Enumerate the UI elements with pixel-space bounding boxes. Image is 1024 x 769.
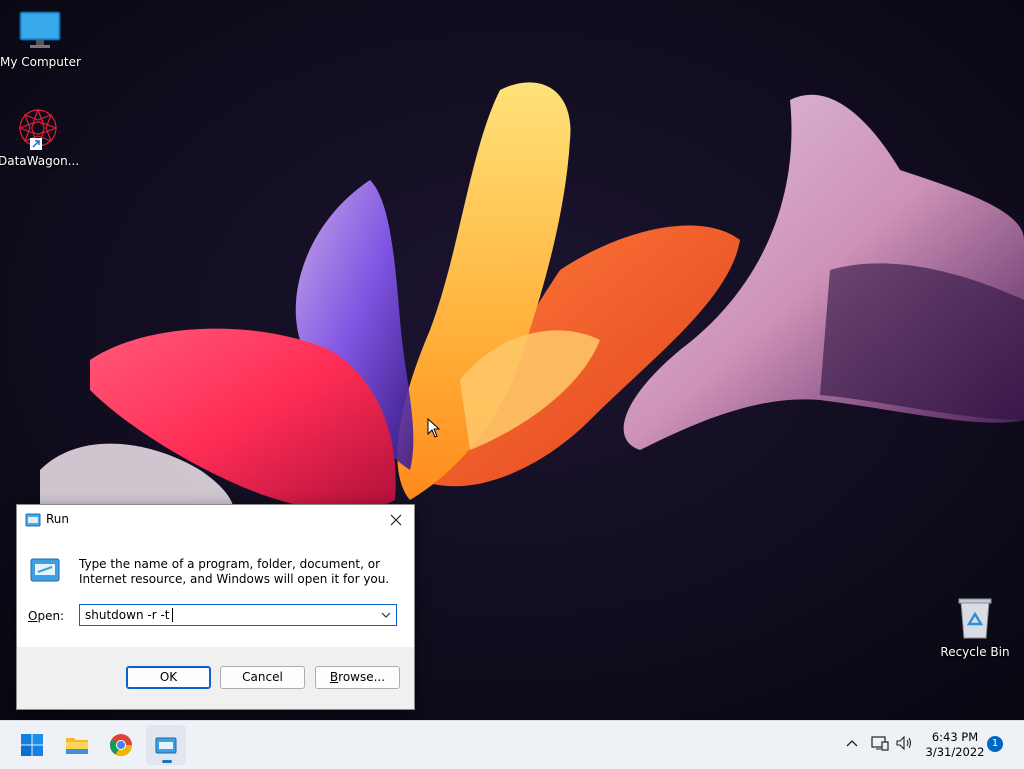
run-dialog: Run Type the name of a program, folder, … [16,504,415,710]
shortcut-arrow-icon [30,138,42,150]
run-dialog-body: Type the name of a program, folder, docu… [17,535,414,647]
volume-icon[interactable] [895,735,913,754]
datawagon-logo-icon [16,106,60,152]
clock-date: 3/31/2022 [925,745,985,759]
desktop-icon-datawagon[interactable]: DataWagon... [0,106,80,168]
recycle-bin-icon [935,596,1015,643]
start-button[interactable] [12,725,52,765]
clock[interactable]: 6:43 PM 3/31/2022 [924,730,986,760]
open-combobox[interactable] [79,604,397,626]
desktop-icon-label: DataWagon... [0,154,80,168]
run-description: Type the name of a program, folder, docu… [79,557,390,586]
open-label-text: pen: [37,609,65,623]
close-icon [390,514,402,526]
taskbar: 6:43 PM 3/31/2022 [0,720,1024,769]
chrome-icon [110,734,132,756]
desktop-icon-my-computer[interactable]: My Computer [0,10,81,69]
monitor-icon [0,10,80,53]
run-dialog-footer: OK Cancel Browse... [17,647,414,709]
active-indicator [162,760,172,763]
network-icon[interactable] [871,735,889,754]
run-large-icon [29,557,61,586]
run-dialog-title: Run [46,512,70,526]
mouse-cursor-icon [427,417,441,441]
run-app-icon [155,737,177,754]
windows-start-icon [21,734,43,756]
desktop-icon-label: Recycle Bin [940,645,1010,659]
chevron-down-icon[interactable] [378,607,394,623]
desktop-icon-label: My Computer [0,55,81,69]
browse-label: rowse... [338,670,386,684]
run-app-icon [25,513,41,530]
clock-time: 6:43 PM [931,730,979,744]
taskbar-run[interactable] [146,725,186,765]
open-label: Open: [28,609,64,623]
chevron-up-icon[interactable] [844,735,860,754]
notification-badge[interactable]: 1 [987,736,1003,752]
ok-button[interactable]: OK [126,666,211,689]
open-input[interactable] [80,605,375,625]
browse-button[interactable]: Browse... [315,666,400,689]
text-caret [172,608,173,622]
file-explorer-icon [66,738,88,754]
desktop-icon-recycle-bin[interactable]: Recycle Bin [935,596,1015,659]
taskbar-chrome[interactable] [101,725,141,765]
taskbar-file-explorer[interactable] [57,725,97,765]
browse-accesskey: B [329,670,339,684]
run-titlebar[interactable]: Run [17,505,414,535]
cancel-button[interactable]: Cancel [220,666,305,689]
close-button[interactable] [384,508,408,532]
